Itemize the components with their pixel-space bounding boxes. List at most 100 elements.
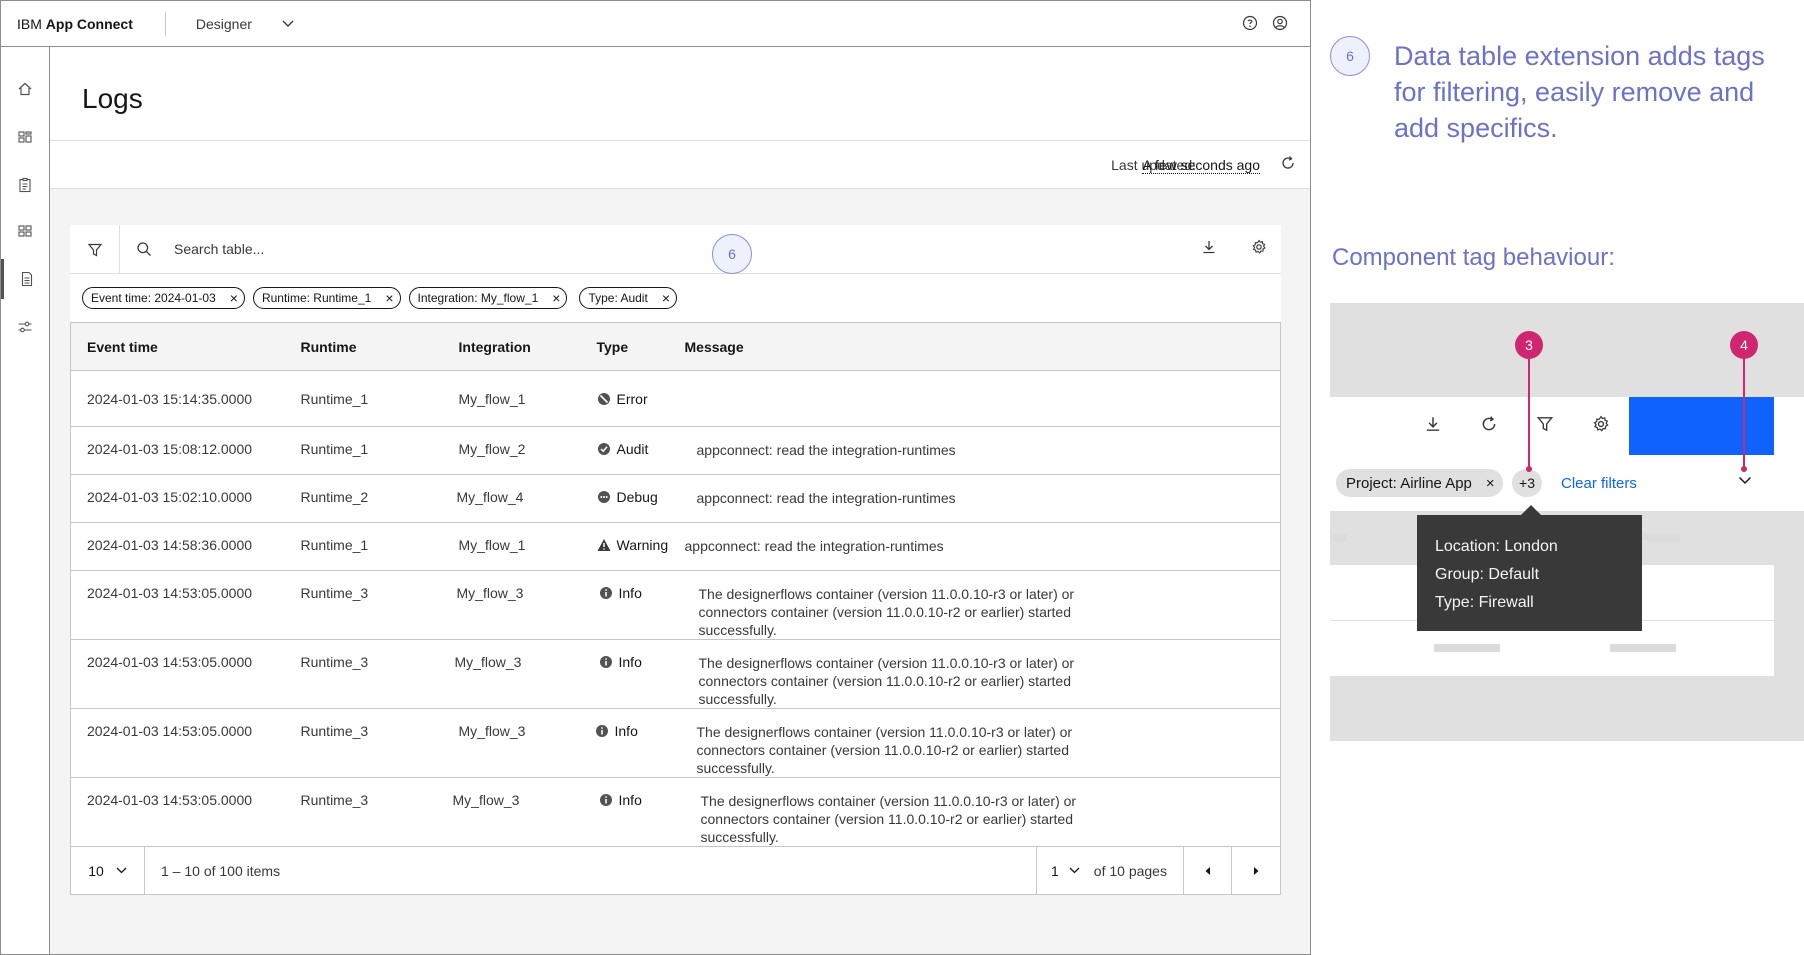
search-input[interactable] — [174, 233, 974, 265]
type-label: Audit — [616, 441, 649, 457]
last-updated-value[interactable]: A few seconds ago — [1142, 157, 1260, 174]
caret-right-icon — [1254, 866, 1259, 875]
type-label: Error — [616, 391, 648, 407]
last-updated-bar: Last updated: A few seconds ago — [50, 141, 1310, 189]
help-icon[interactable] — [1242, 15, 1258, 31]
column-header-runtime[interactable]: Runtime — [300, 322, 459, 371]
event-time-value: 2024-01-03 15:02:10.0000 — [87, 489, 253, 505]
column-header-type[interactable]: Type — [596, 322, 685, 371]
close-icon[interactable]: × — [552, 291, 560, 305]
download-button[interactable] — [1201, 239, 1217, 260]
type-label: Info — [614, 723, 638, 739]
next-page-button[interactable] — [1232, 847, 1280, 894]
cell-message — [684, 370, 1281, 427]
page-number-select[interactable]: 1 of 10 pages — [1036, 847, 1184, 894]
table-row[interactable]: 2024-01-03 15:14:35.0000 Runtime_1 My_flow… — [70, 370, 1281, 427]
page-size-select[interactable]: 10 — [71, 847, 145, 894]
filter-button[interactable] — [70, 225, 120, 274]
event-time-value: 2024-01-03 14:53:05.0000 — [87, 654, 253, 670]
brand-prefix: IBM — [17, 15, 46, 32]
runtime-value: Runtime_1 — [300, 537, 369, 553]
chevron-down-icon — [116, 867, 127, 874]
column-header-message[interactable]: Message — [684, 322, 1281, 371]
table-row[interactable]: 2024-01-03 15:08:12.0000 Runtime_1 My_flow… — [70, 426, 1281, 475]
close-icon[interactable]: × — [662, 291, 670, 305]
behaviour-title: Component tag behaviour: — [1332, 244, 1615, 271]
table-settings-button[interactable] — [1251, 239, 1267, 260]
integration-value: My_flow_1 — [458, 537, 526, 553]
type-value: Info — [599, 585, 642, 601]
main-content: Logs Last updated: A few seconds ago 6 — [50, 47, 1310, 954]
app-window: IBM App Connect Designer Logs Last updat… — [0, 0, 1311, 955]
message-value: The designerflows container (version 11.… — [696, 724, 1073, 776]
cell-type: Info — [596, 777, 685, 847]
table-row[interactable]: 2024-01-03 14:53:05.0000 Runtime_3 My_flow… — [70, 639, 1281, 709]
nav-catalog[interactable] — [1, 165, 49, 205]
integration-value: My_flow_3 — [452, 792, 520, 808]
integration-value: My_flow_3 — [458, 723, 526, 739]
cell-integration: My_flow_1 — [458, 522, 597, 571]
close-icon[interactable]: × — [385, 291, 393, 305]
table-row[interactable]: 2024-01-03 14:53:05.0000 Runtime_3 My_flow… — [70, 570, 1281, 640]
table-row[interactable]: 2024-01-03 14:53:05.0000 Runtime_3 My_flow… — [70, 777, 1281, 847]
nav-dashboard[interactable] — [1, 117, 49, 157]
brand-product: App Connect — [45, 15, 133, 32]
table-row[interactable]: 2024-01-03 15:02:10.0000 Runtime_2 My_flow… — [70, 474, 1281, 523]
type-label: Info — [618, 654, 642, 670]
chevron-down-icon[interactable] — [1738, 476, 1752, 485]
nav-home[interactable] — [1, 69, 49, 109]
runtime-value: Runtime_1 — [300, 441, 369, 457]
event-time-value: 2024-01-03 14:53:05.0000 — [87, 792, 253, 808]
table-row[interactable]: 2024-01-03 14:58:36.0000 Runtime_1 My_flow… — [70, 522, 1281, 571]
table-row[interactable]: 2024-01-03 14:53:05.0000 Runtime_3 My_flow… — [70, 708, 1281, 778]
user-icon[interactable] — [1272, 15, 1288, 31]
info-icon — [599, 586, 613, 600]
cell-message: The designerflows container (version 11.… — [684, 570, 1281, 640]
cell-event-time: 2024-01-03 14:53:05.0000 — [70, 570, 301, 640]
close-icon[interactable]: × — [1486, 475, 1495, 492]
cell-event-time: 2024-01-03 14:53:05.0000 — [70, 777, 301, 847]
integration-value: My_flow_4 — [456, 489, 524, 505]
catalog-icon — [19, 177, 31, 193]
refresh-button[interactable] — [1280, 155, 1296, 176]
brand-name[interactable]: IBM App Connect — [17, 16, 133, 32]
download-icon — [1203, 241, 1215, 254]
filter-tag-label: Runtime: Runtime_1 — [261, 291, 372, 305]
cell-event-time: 2024-01-03 15:14:35.0000 — [70, 370, 301, 427]
screen: IBM App Connect Designer Logs Last updat… — [0, 0, 1804, 955]
filter-tag-label: Integration: My_flow_1 — [417, 291, 539, 305]
runtime-value: Runtime_2 — [300, 489, 369, 505]
nav-settings[interactable] — [1, 307, 49, 347]
type-value: Error — [597, 391, 648, 407]
column-header-integration[interactable]: Integration — [458, 322, 597, 371]
settings-sliders-icon — [18, 321, 32, 333]
cell-runtime: Runtime_1 — [300, 370, 459, 427]
cell-runtime: Runtime_3 — [300, 570, 459, 640]
primary-action-button[interactable] — [1629, 397, 1774, 455]
audit-check-icon — [597, 442, 611, 456]
filter-tag: Runtime: Runtime_1 × — [252, 287, 401, 309]
close-icon[interactable]: × — [230, 291, 238, 305]
cell-integration: My_flow_3 — [455, 639, 597, 709]
page-size-value: 10 — [88, 862, 104, 879]
cell-message: appconnect: read the integration-runtime… — [684, 474, 1281, 523]
info-icon — [599, 793, 613, 807]
previous-page-button[interactable] — [1184, 847, 1232, 894]
filter-icon — [1536, 417, 1554, 432]
column-header-event-time[interactable]: Event time — [70, 322, 301, 371]
message-value: The designerflows container (version 11.… — [700, 793, 1077, 845]
cell-runtime: Runtime_1 — [300, 426, 459, 475]
cell-runtime: Runtime_3 — [300, 639, 459, 709]
overflow-tag[interactable]: +3 — [1512, 469, 1542, 497]
cell-type: Debug — [596, 474, 685, 523]
cell-event-time: 2024-01-03 14:53:05.0000 — [70, 708, 301, 778]
filter-tag-row: Event time: 2024-01-03 × Runtime: Runtime… — [70, 274, 1281, 322]
demo-filter-tag-label: Project: Airline App — [1346, 474, 1472, 492]
clear-filters-link[interactable]: Clear filters — [1561, 475, 1637, 492]
filter-icon — [87, 243, 102, 256]
designer-menu[interactable]: Designer — [196, 16, 294, 32]
nav-logs[interactable] — [1, 259, 49, 299]
cell-runtime: Runtime_3 — [300, 708, 459, 778]
chevron-down-icon — [1069, 867, 1080, 874]
nav-flows[interactable] — [1, 211, 49, 251]
